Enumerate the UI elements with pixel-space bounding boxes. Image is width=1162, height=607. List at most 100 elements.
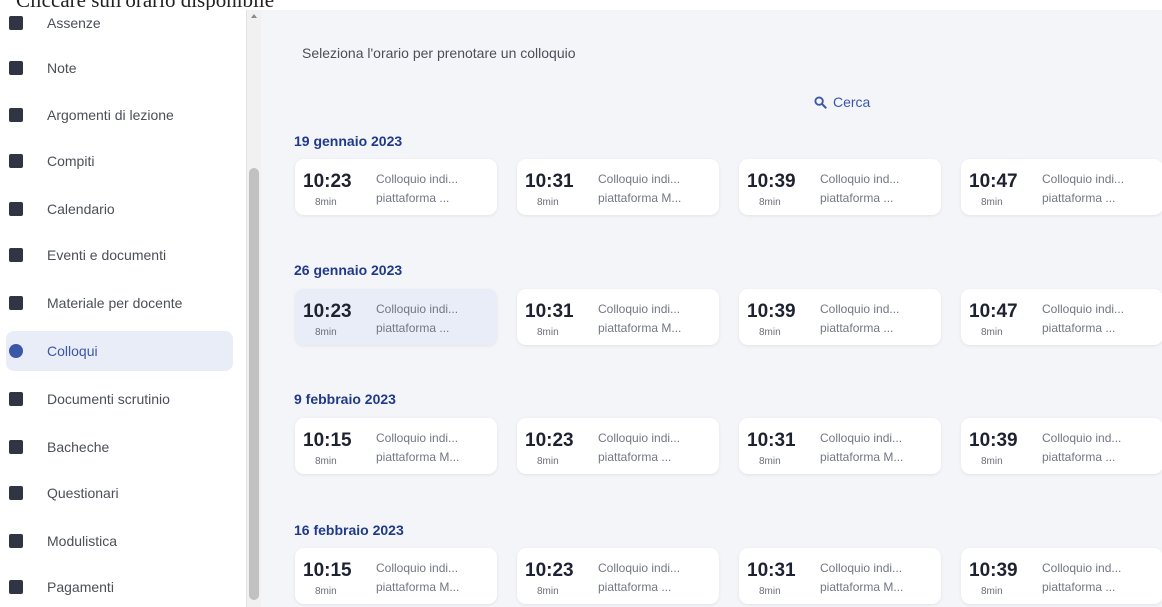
slot-time: 10:31 bbox=[525, 171, 574, 192]
sidebar-item-eventi[interactable]: Eventi e documenti bbox=[0, 235, 232, 275]
sidebar-item-bacheche[interactable]: Bacheche bbox=[0, 427, 232, 467]
material-icon bbox=[9, 296, 23, 310]
slot-platform: piattaforma ... bbox=[376, 321, 450, 335]
time-slot[interactable]: 10:39 8min Colloquio ind... piattaforma … bbox=[961, 418, 1162, 474]
time-slot[interactable]: 10:47 8min Colloquio indi... piattaforma… bbox=[961, 289, 1162, 345]
slot-duration: 8min bbox=[315, 586, 337, 597]
date-heading: 19 gennaio 2023 bbox=[294, 133, 403, 149]
slot-time: 10:39 bbox=[747, 171, 796, 192]
slot-platform: piattaforma M... bbox=[376, 450, 460, 464]
slot-duration: 8min bbox=[981, 456, 1003, 467]
sidebar-item-documenti-scrutinio[interactable]: Documenti scrutinio bbox=[0, 379, 232, 419]
slot-duration: 8min bbox=[759, 586, 781, 597]
slot-platform: piattaforma ... bbox=[1042, 580, 1116, 594]
slot-duration: 8min bbox=[537, 197, 559, 208]
time-slot[interactable]: 10:39 8min Colloquio ind... piattaforma … bbox=[961, 548, 1162, 604]
slot-duration: 8min bbox=[537, 327, 559, 338]
note-icon bbox=[9, 61, 23, 75]
slot-title: Colloquio indi... bbox=[1042, 172, 1125, 186]
slot-time: 10:39 bbox=[969, 430, 1018, 451]
document-icon bbox=[9, 392, 23, 406]
slot-duration: 8min bbox=[981, 586, 1003, 597]
sidebar-item-label: Materiale per docente bbox=[47, 295, 183, 311]
slot-platform: piattaforma ... bbox=[1042, 191, 1116, 205]
slot-time: 10:47 bbox=[969, 301, 1018, 322]
calendar-icon bbox=[9, 202, 23, 216]
sidebar-item-materiale[interactable]: Materiale per docente bbox=[0, 283, 232, 323]
slot-duration: 8min bbox=[981, 327, 1003, 338]
slot-time: 10:23 bbox=[303, 301, 352, 322]
search-button[interactable]: Cerca bbox=[814, 94, 870, 110]
sidebar-item-modulistica[interactable]: Modulistica bbox=[0, 521, 232, 561]
time-slot[interactable]: 10:31 8min Colloquio indi... piattaforma… bbox=[739, 418, 941, 474]
form-icon bbox=[9, 534, 23, 548]
slot-title: Colloquio ind... bbox=[820, 172, 900, 186]
slot-platform: piattaforma M... bbox=[820, 580, 904, 594]
sidebar-item-label: Assenze bbox=[47, 15, 101, 31]
slot-title: Colloquio indi... bbox=[376, 172, 459, 186]
slot-title: Colloquio ind... bbox=[1042, 561, 1122, 575]
date-heading: 26 gennaio 2023 bbox=[294, 262, 403, 278]
time-slot[interactable]: 10:15 8min Colloquio indi... piattaforma… bbox=[295, 548, 497, 604]
sidebar-item-label: Questionari bbox=[47, 485, 119, 501]
sidebar-scrollbar[interactable] bbox=[246, 10, 261, 607]
sidebar-item-assenze[interactable]: Assenze bbox=[0, 10, 232, 43]
sidebar-item-colloqui[interactable]: Colloqui bbox=[6, 331, 233, 371]
sidebar-item-questionari[interactable]: Questionari bbox=[0, 473, 232, 513]
slot-title: Colloquio indi... bbox=[598, 302, 681, 316]
time-slot[interactable]: 10:31 8min Colloquio indi... piattaforma… bbox=[739, 548, 941, 604]
slot-duration: 8min bbox=[315, 197, 337, 208]
time-slot[interactable]: 10:23 8min Colloquio indi... piattaforma… bbox=[295, 159, 497, 215]
slot-duration: 8min bbox=[759, 456, 781, 467]
time-slot[interactable]: 10:31 8min Colloquio indi... piattaforma… bbox=[517, 289, 719, 345]
scroll-up-arrow-icon[interactable] bbox=[251, 14, 257, 18]
sidebar-item-compiti[interactable]: Compiti bbox=[0, 141, 232, 181]
slot-platform: piattaforma ... bbox=[820, 191, 894, 205]
homework-icon bbox=[9, 154, 23, 168]
sidebar-item-label: Bacheche bbox=[47, 439, 110, 455]
date-heading: 9 febbraio 2023 bbox=[294, 391, 396, 407]
sidebar-item-note[interactable]: Note bbox=[0, 48, 232, 88]
slot-title: Colloquio indi... bbox=[820, 431, 903, 445]
time-slot[interactable]: 10:23 8min Colloquio indi... piattaforma… bbox=[517, 548, 719, 604]
slot-time: 10:23 bbox=[303, 171, 352, 192]
slot-title: Colloquio indi... bbox=[598, 561, 681, 575]
book-icon bbox=[9, 108, 23, 122]
slot-time: 10:23 bbox=[525, 560, 574, 581]
slot-duration: 8min bbox=[315, 327, 337, 338]
sidebar-item-label: Argomenti di lezione bbox=[47, 107, 174, 123]
slot-platform: piattaforma ... bbox=[598, 580, 672, 594]
slot-platform: piattaforma M... bbox=[598, 321, 682, 335]
slot-platform: piattaforma ... bbox=[820, 321, 894, 335]
slot-time: 10:31 bbox=[525, 301, 574, 322]
time-slot[interactable]: 10:39 8min Colloquio ind... piattaforma … bbox=[739, 159, 941, 215]
time-slot[interactable]: 10:47 8min Colloquio indi... piattaforma… bbox=[961, 159, 1162, 215]
time-slot[interactable]: 10:23 8min Colloquio indi... piattaforma… bbox=[517, 418, 719, 474]
sidebar-item-label: Documenti scrutinio bbox=[47, 391, 170, 407]
sidebar-item-label: Calendario bbox=[47, 201, 115, 217]
time-slot[interactable]: 10:31 8min Colloquio indi... piattaforma… bbox=[517, 159, 719, 215]
scrollbar-thumb[interactable] bbox=[249, 168, 259, 600]
payment-icon bbox=[9, 580, 23, 594]
slot-time: 10:39 bbox=[969, 560, 1018, 581]
board-icon bbox=[9, 440, 23, 454]
sidebar-item-pagamenti[interactable]: Pagamenti bbox=[0, 567, 232, 607]
search-icon bbox=[814, 95, 827, 109]
sidebar: Assenze Note Argomenti di lezione Compit… bbox=[0, 10, 245, 607]
slot-title: Colloquio indi... bbox=[598, 431, 681, 445]
search-label: Cerca bbox=[833, 94, 871, 110]
sidebar-item-calendario[interactable]: Calendario bbox=[0, 189, 232, 229]
slot-title: Colloquio indi... bbox=[376, 561, 459, 575]
slot-platform: piattaforma M... bbox=[376, 580, 460, 594]
chat-icon bbox=[9, 344, 23, 358]
time-slot[interactable]: 10:15 8min Colloquio indi... piattaforma… bbox=[295, 418, 497, 474]
time-slot[interactable]: 10:39 8min Colloquio ind... piattaforma … bbox=[739, 289, 941, 345]
sidebar-item-argomenti[interactable]: Argomenti di lezione bbox=[0, 95, 232, 135]
slot-time: 10:47 bbox=[969, 171, 1018, 192]
slot-time: 10:23 bbox=[525, 430, 574, 451]
time-slot[interactable]: 10:23 8min Colloquio indi... piattaforma… bbox=[295, 289, 497, 345]
page-subtitle: Seleziona l'orario per prenotare un coll… bbox=[302, 45, 576, 61]
sidebar-item-label: Modulistica bbox=[47, 533, 118, 549]
slot-title: Colloquio indi... bbox=[376, 431, 459, 445]
slot-duration: 8min bbox=[981, 197, 1003, 208]
